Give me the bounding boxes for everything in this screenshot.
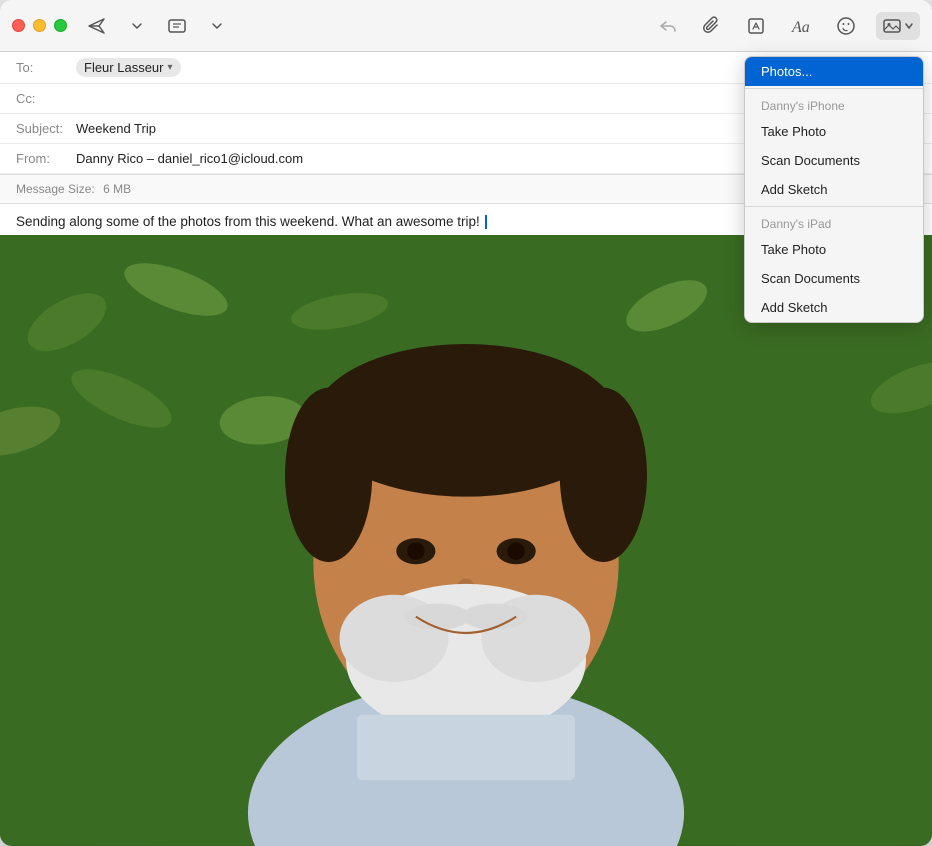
photo-area <box>0 235 932 846</box>
photo-icon <box>882 16 902 36</box>
message-size-value: 6 MB <box>103 182 131 196</box>
reply-icon <box>658 16 678 36</box>
menu-ipad-section-header: Danny's iPad <box>745 209 923 235</box>
message-size-info: Message Size: 6 MB <box>16 180 131 198</box>
menu-divider-1 <box>745 88 923 89</box>
titlebar: Aa <box>0 0 932 52</box>
to-label: To: <box>16 60 76 75</box>
text-cursor <box>485 215 487 229</box>
cc-label: Cc: <box>16 91 76 106</box>
svg-text:Aa: Aa <box>791 19 810 36</box>
send-icon <box>87 16 107 36</box>
chevron-down-icon <box>131 20 143 32</box>
photo-svg <box>0 235 932 846</box>
send-button[interactable] <box>83 12 111 40</box>
body-text: Sending along some of the photos from th… <box>16 214 480 229</box>
menu-iphone-take-photo[interactable]: Take Photo <box>745 117 923 146</box>
toolbar-right: Aa <box>654 12 920 40</box>
subject-value[interactable]: Weekend Trip <box>76 121 156 136</box>
from-label: From: <box>16 151 76 166</box>
font-button[interactable]: Aa <box>786 12 816 40</box>
menu-ipad-add-sketch[interactable]: Add Sketch <box>745 293 923 322</box>
menu-ipad-take-photo[interactable]: Take Photo <box>745 235 923 264</box>
traffic-lights <box>12 19 67 32</box>
photo-dropdown-arrow-icon <box>904 21 914 31</box>
close-button[interactable] <box>12 19 25 32</box>
attachment-icon <box>702 16 722 36</box>
recipient-chip[interactable]: Fleur Lasseur ▾ <box>76 58 181 77</box>
reply-button[interactable] <box>654 12 682 40</box>
emoji-icon <box>836 16 856 36</box>
message-size-label: Message Size: <box>16 182 95 196</box>
toolbar-left <box>83 12 227 40</box>
subject-label: Subject: <box>16 121 76 136</box>
recipient-name: Fleur Lasseur <box>84 60 163 75</box>
menu-divider-2 <box>745 206 923 207</box>
minimize-button[interactable] <box>33 19 46 32</box>
insert-photo-button[interactable] <box>876 12 920 40</box>
menu-iphone-add-sketch[interactable]: Add Sketch <box>745 175 923 204</box>
compose-button[interactable] <box>163 12 191 40</box>
compose-dropdown-button[interactable] <box>207 16 227 36</box>
annotate-icon <box>746 16 766 36</box>
chevron-down-icon-2 <box>211 20 223 32</box>
maximize-button[interactable] <box>54 19 67 32</box>
recipient-chevron-icon: ▾ <box>167 62 172 73</box>
insert-dropdown-menu: Photos... Danny's iPhone Take Photo Scan… <box>744 56 924 323</box>
menu-iphone-scan-documents[interactable]: Scan Documents <box>745 146 923 175</box>
font-icon: Aa <box>790 16 812 36</box>
menu-iphone-section-header: Danny's iPhone <box>745 91 923 117</box>
send-dropdown-button[interactable] <box>127 16 147 36</box>
emoji-button[interactable] <box>832 12 860 40</box>
menu-photos-item[interactable]: Photos... <box>745 57 923 86</box>
compose-icon <box>167 16 187 36</box>
menu-ipad-scan-documents[interactable]: Scan Documents <box>745 264 923 293</box>
attachment-button[interactable] <box>698 12 726 40</box>
from-value: Danny Rico – daniel_rico1@icloud.com <box>76 151 303 166</box>
annotate-button[interactable] <box>742 12 770 40</box>
photo-image <box>0 235 932 846</box>
